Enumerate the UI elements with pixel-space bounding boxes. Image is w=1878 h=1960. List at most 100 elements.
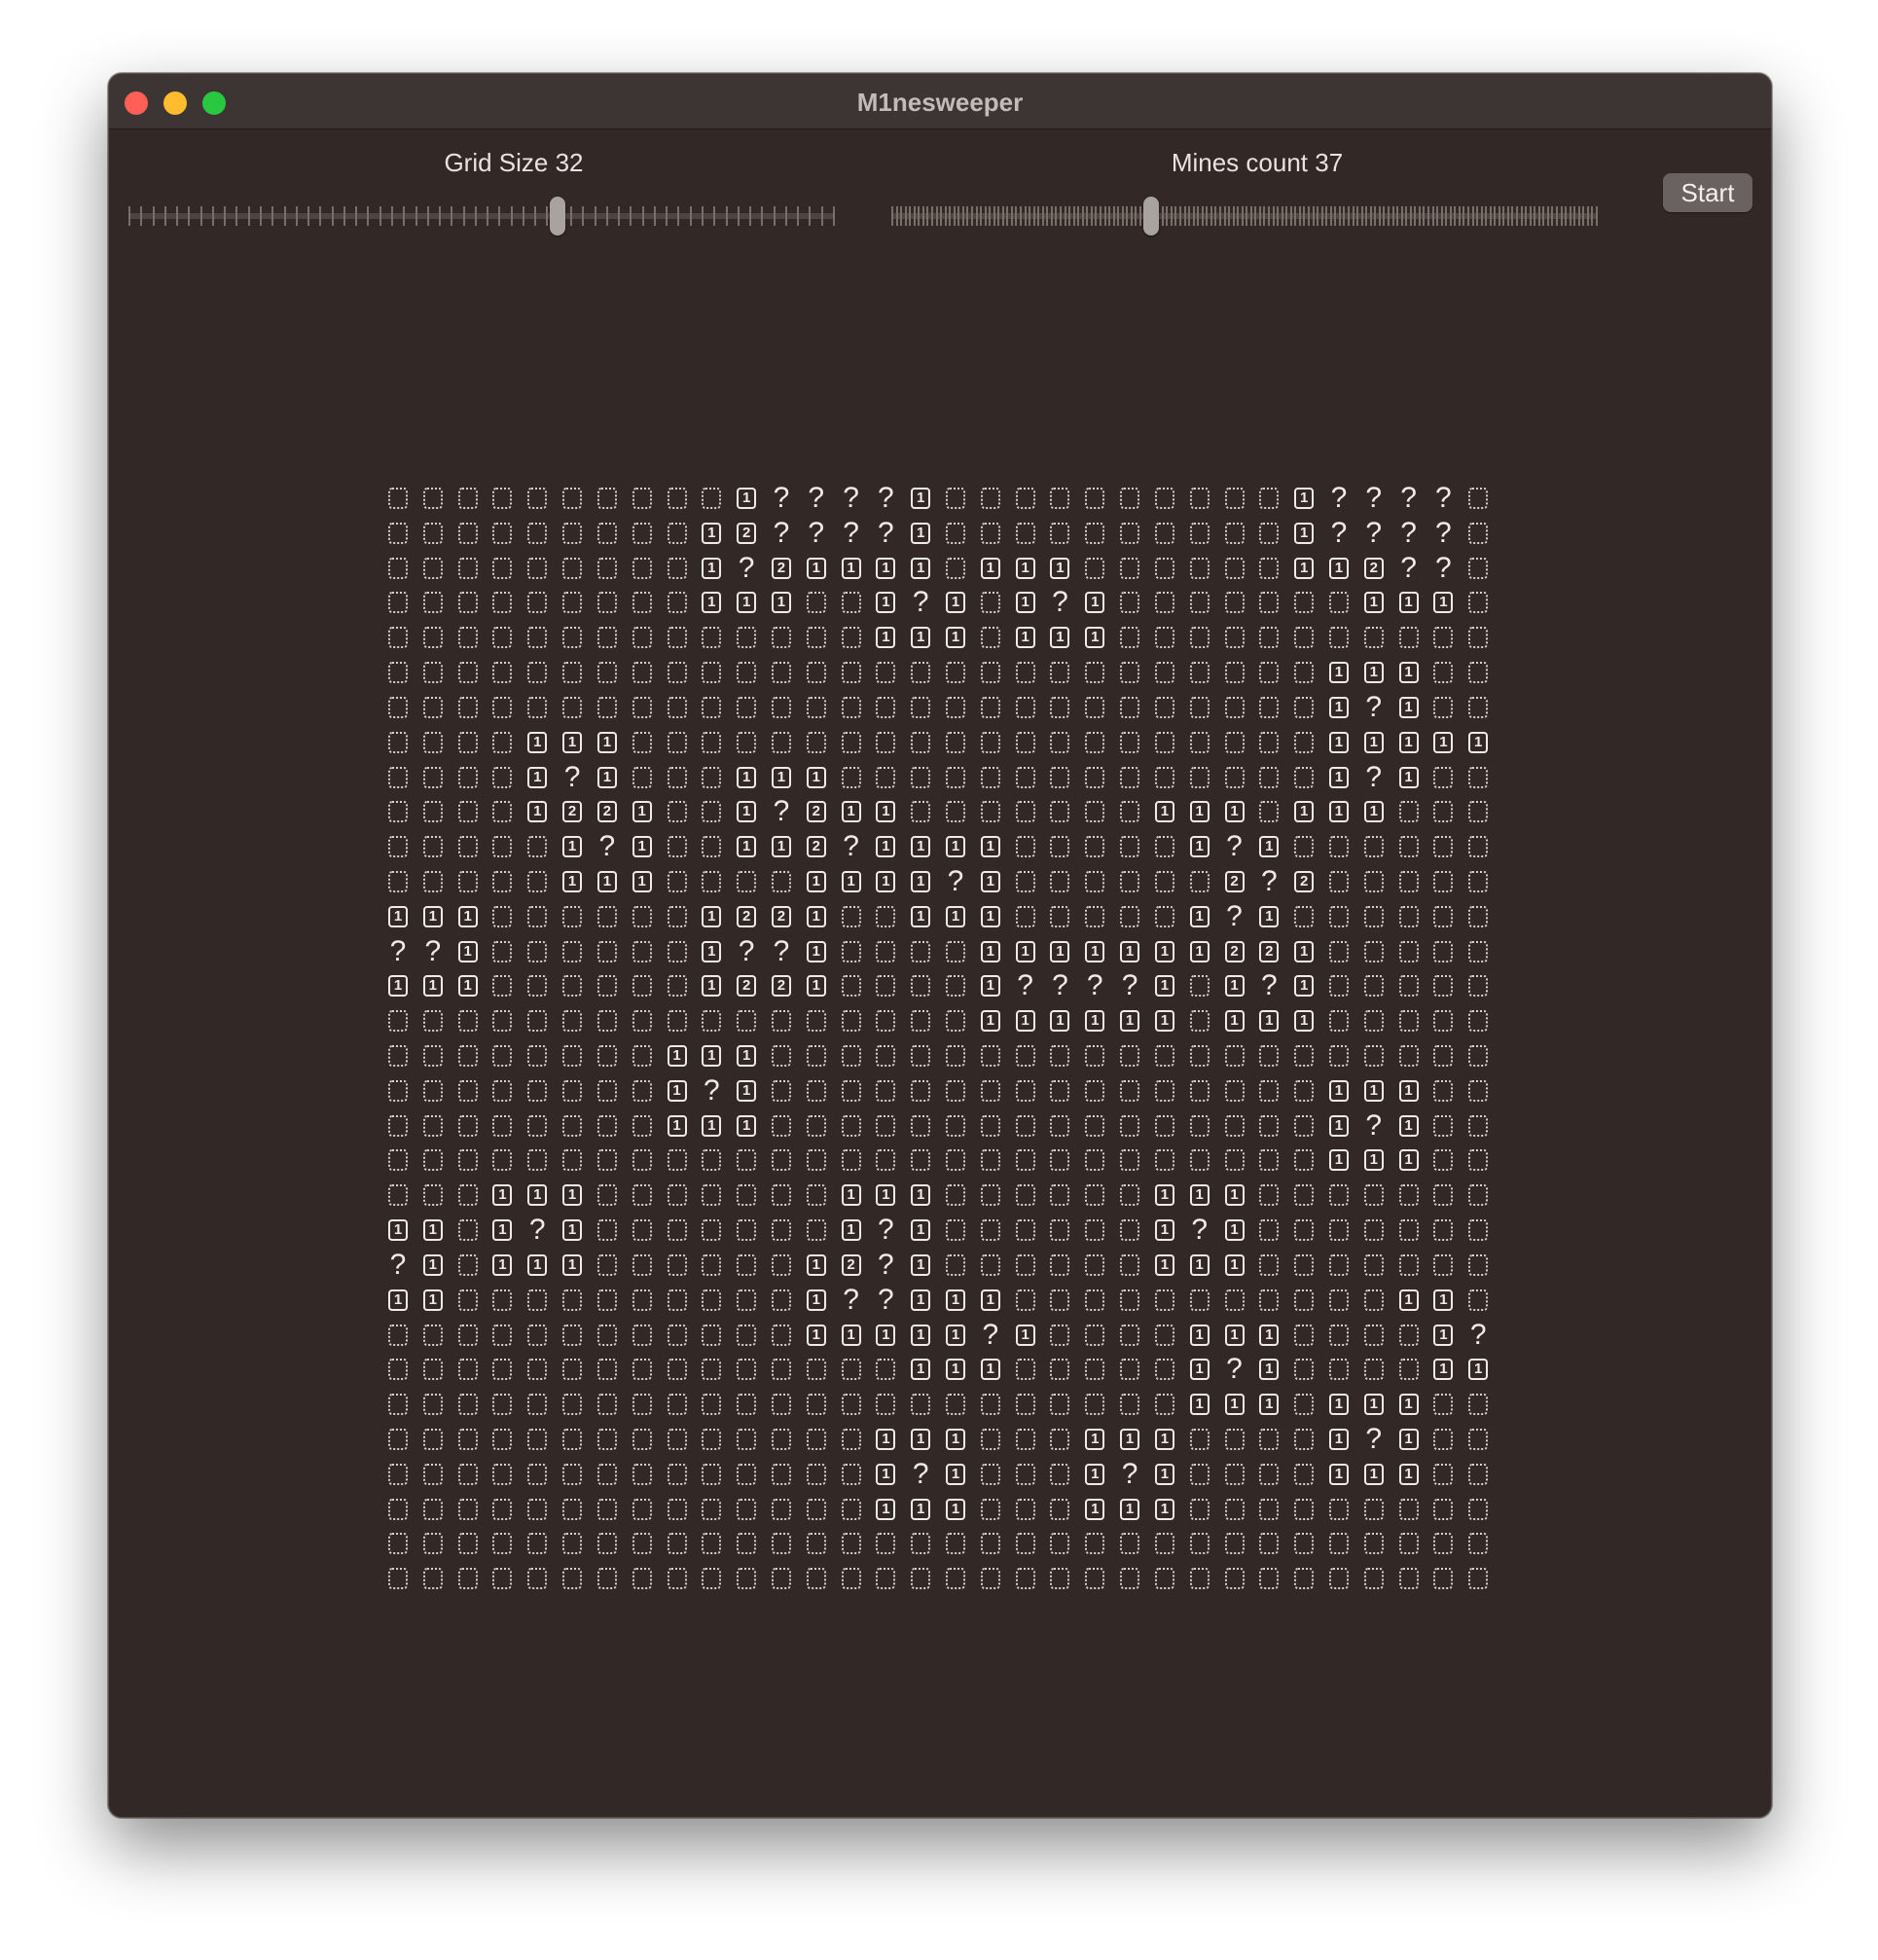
cell-hidden[interactable]: [1042, 1038, 1077, 1073]
cell-hidden[interactable]: [1008, 516, 1043, 551]
cell-hidden[interactable]: [1461, 829, 1496, 864]
cell-number[interactable]: 1: [1321, 1143, 1356, 1178]
cell-hidden[interactable]: [1321, 620, 1356, 655]
cell-number[interactable]: 2: [834, 1248, 869, 1283]
cell-number[interactable]: 2: [764, 968, 799, 1003]
cell-hidden[interactable]: [799, 1108, 834, 1143]
cell-hidden[interactable]: [729, 655, 764, 690]
cell-hidden[interactable]: [555, 1492, 590, 1527]
cell-hidden[interactable]: [694, 1387, 729, 1422]
cell-hidden[interactable]: [1077, 1248, 1112, 1283]
cell-number[interactable]: 2: [764, 899, 799, 934]
cell-hidden[interactable]: [1461, 934, 1496, 969]
cell-hidden[interactable]: [1251, 1457, 1286, 1492]
cell-hidden[interactable]: [1426, 690, 1461, 725]
cell-unknown[interactable]: ?: [1042, 585, 1077, 620]
cell-hidden[interactable]: [1008, 1422, 1043, 1457]
cell-hidden[interactable]: [485, 585, 520, 620]
cell-hidden[interactable]: [660, 1283, 695, 1318]
cell-hidden[interactable]: [1217, 1143, 1252, 1178]
cell-hidden[interactable]: [625, 585, 660, 620]
cell-hidden[interactable]: [1426, 1457, 1461, 1492]
cell-hidden[interactable]: [729, 690, 764, 725]
cell-hidden[interactable]: [555, 585, 590, 620]
cell-hidden[interactable]: [590, 516, 625, 551]
cell-hidden[interactable]: [380, 1387, 415, 1422]
cell-hidden[interactable]: [1077, 829, 1112, 864]
cell-hidden[interactable]: [1042, 1143, 1077, 1178]
cell-hidden[interactable]: [1182, 620, 1217, 655]
cell-number[interactable]: 1: [868, 1318, 903, 1353]
cell-hidden[interactable]: [1008, 1561, 1043, 1596]
cell-hidden[interactable]: [1356, 934, 1391, 969]
cell-number[interactable]: 1: [1147, 1492, 1182, 1527]
cell-unknown[interactable]: ?: [1356, 1108, 1391, 1143]
cell-hidden[interactable]: [660, 1143, 695, 1178]
cell-unknown[interactable]: ?: [1077, 968, 1112, 1003]
cell-hidden[interactable]: [1112, 1248, 1147, 1283]
cell-hidden[interactable]: [451, 1248, 486, 1283]
cell-hidden[interactable]: [1077, 794, 1112, 829]
start-button[interactable]: Start: [1663, 173, 1752, 212]
cell-hidden[interactable]: [1042, 1073, 1077, 1108]
cell-number[interactable]: 1: [1147, 1003, 1182, 1038]
cell-hidden[interactable]: [1008, 1073, 1043, 1108]
cell-hidden[interactable]: [1251, 1492, 1286, 1527]
cell-hidden[interactable]: [415, 1178, 451, 1213]
cell-hidden[interactable]: [868, 690, 903, 725]
cell-unknown[interactable]: ?: [1251, 864, 1286, 899]
cell-hidden[interactable]: [520, 934, 555, 969]
cell-hidden[interactable]: [938, 690, 973, 725]
cell-hidden[interactable]: [1112, 655, 1147, 690]
cell-number[interactable]: 1: [1217, 794, 1252, 829]
cell-hidden[interactable]: [694, 1561, 729, 1596]
cell-hidden[interactable]: [625, 655, 660, 690]
cell-hidden[interactable]: [1356, 1561, 1391, 1596]
cell-hidden[interactable]: [694, 1422, 729, 1457]
cell-hidden[interactable]: [903, 1387, 938, 1422]
cell-hidden[interactable]: [764, 1003, 799, 1038]
cell-hidden[interactable]: [415, 1526, 451, 1561]
cell-hidden[interactable]: [764, 1352, 799, 1387]
cell-hidden[interactable]: [625, 1352, 660, 1387]
cell-number[interactable]: 1: [1112, 1003, 1147, 1038]
cell-hidden[interactable]: [1461, 968, 1496, 1003]
cell-hidden[interactable]: [415, 620, 451, 655]
cell-hidden[interactable]: [590, 1283, 625, 1318]
cell-hidden[interactable]: [973, 585, 1008, 620]
cell-hidden[interactable]: [451, 1318, 486, 1353]
cell-hidden[interactable]: [415, 725, 451, 760]
cell-hidden[interactable]: [1391, 934, 1427, 969]
cell-hidden[interactable]: [660, 1457, 695, 1492]
cell-unknown[interactable]: ?: [1251, 968, 1286, 1003]
cell-hidden[interactable]: [485, 1038, 520, 1073]
cell-hidden[interactable]: [1008, 829, 1043, 864]
cell-hidden[interactable]: [1461, 516, 1496, 551]
cell-hidden[interactable]: [764, 1038, 799, 1073]
cell-unknown[interactable]: ?: [555, 760, 590, 795]
cell-hidden[interactable]: [973, 1248, 1008, 1283]
cell-hidden[interactable]: [660, 585, 695, 620]
cell-hidden[interactable]: [973, 1178, 1008, 1213]
cell-hidden[interactable]: [834, 1073, 869, 1108]
cell-number[interactable]: 1: [799, 1248, 834, 1283]
cell-hidden[interactable]: [1182, 1073, 1217, 1108]
cell-hidden[interactable]: [1112, 481, 1147, 516]
cell-hidden[interactable]: [520, 1038, 555, 1073]
cell-hidden[interactable]: [451, 1283, 486, 1318]
cell-hidden[interactable]: [1217, 620, 1252, 655]
cell-hidden[interactable]: [729, 864, 764, 899]
cell-hidden[interactable]: [520, 1492, 555, 1527]
cell-number[interactable]: 1: [1042, 1003, 1077, 1038]
cell-hidden[interactable]: [938, 794, 973, 829]
cell-number[interactable]: 1: [1251, 1352, 1286, 1387]
cell-number[interactable]: 1: [799, 760, 834, 795]
cell-hidden[interactable]: [1321, 1178, 1356, 1213]
cell-number[interactable]: 1: [764, 829, 799, 864]
cell-hidden[interactable]: [938, 1073, 973, 1108]
cell-hidden[interactable]: [590, 1492, 625, 1527]
cell-number[interactable]: 1: [485, 1178, 520, 1213]
cell-hidden[interactable]: [1217, 516, 1252, 551]
cell-hidden[interactable]: [555, 1318, 590, 1353]
cell-hidden[interactable]: [660, 1352, 695, 1387]
